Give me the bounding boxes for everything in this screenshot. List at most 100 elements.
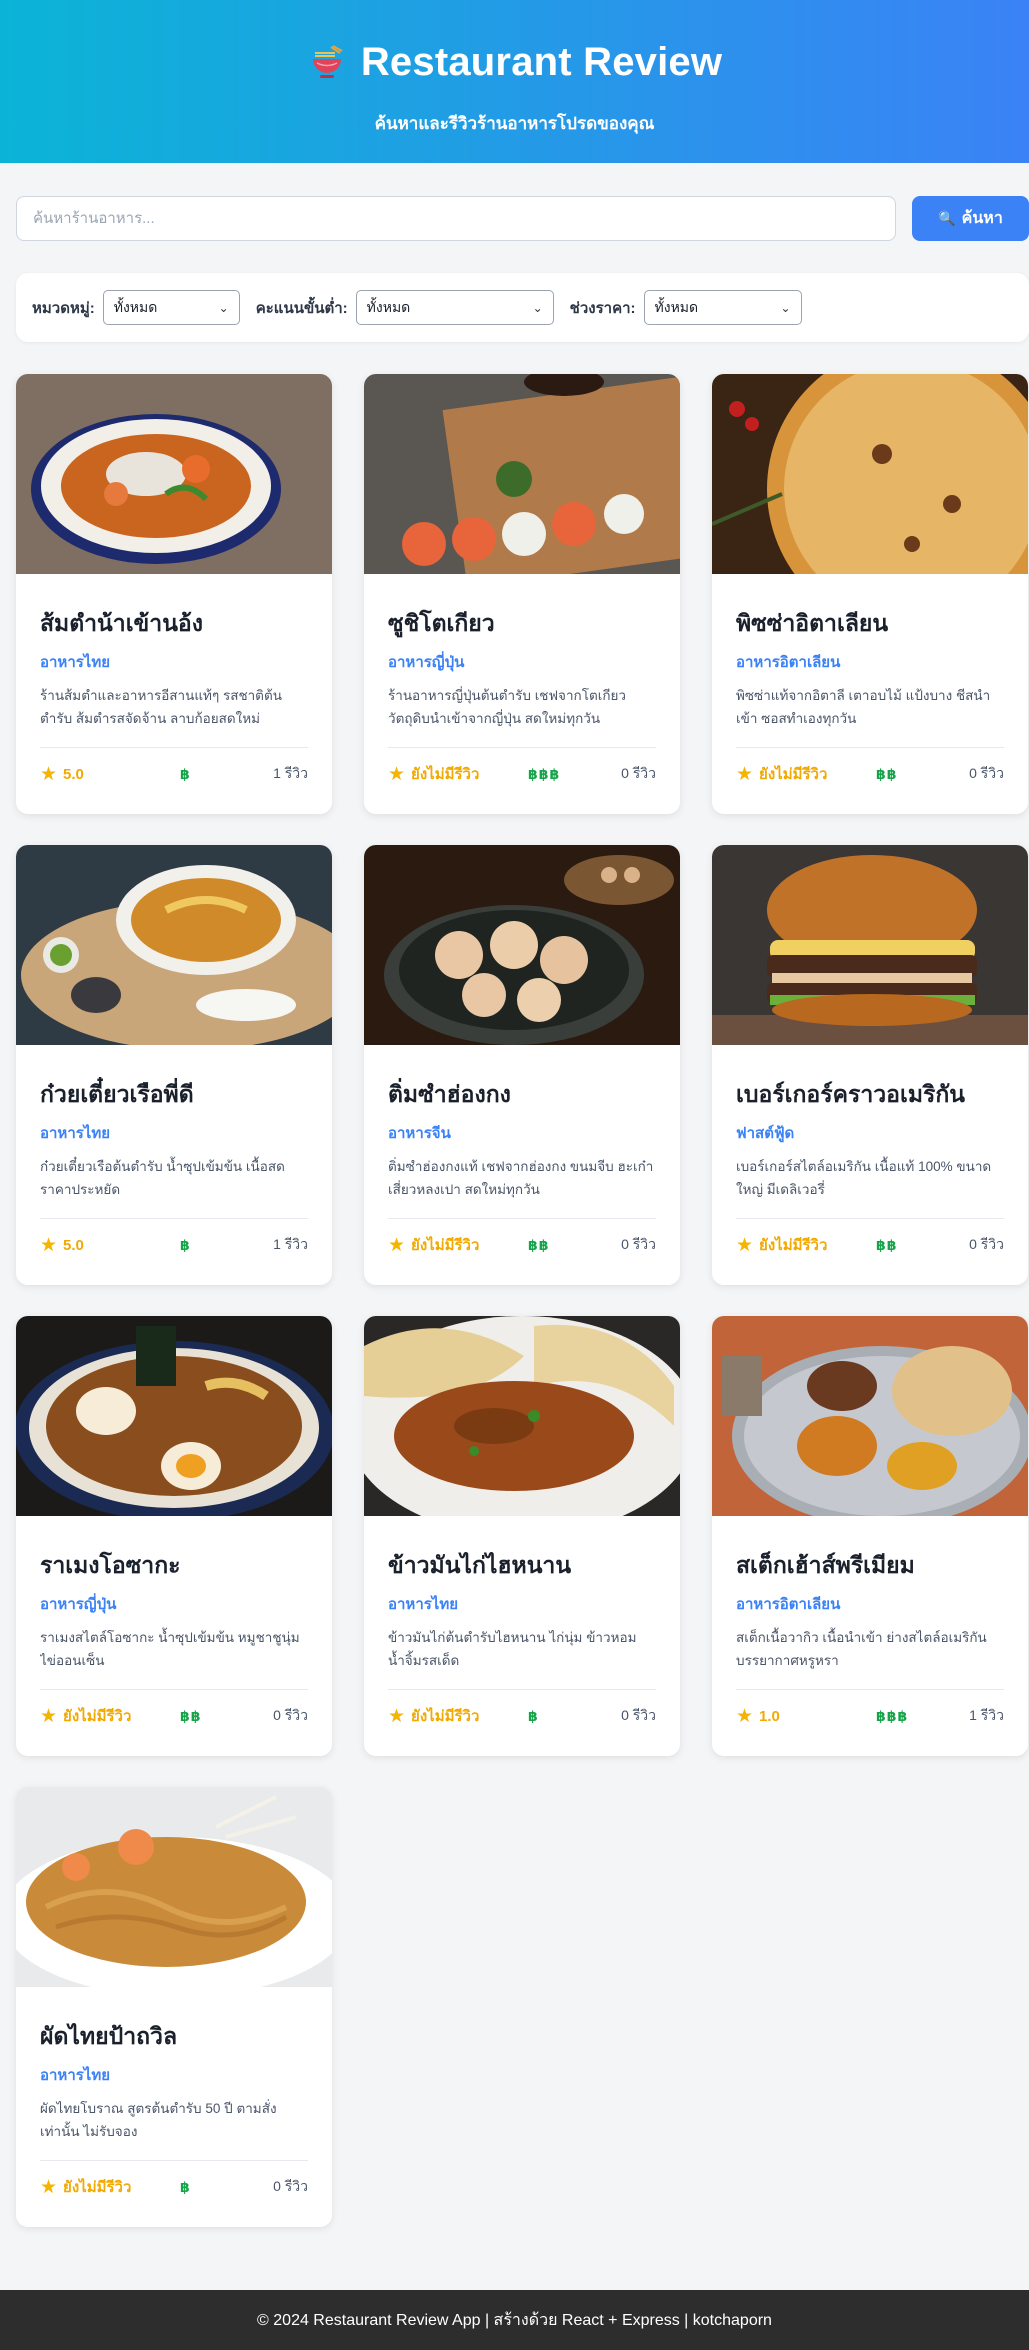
footer-text: © 2024 Restaurant Review App | สร้างด้วย… (257, 2311, 772, 2329)
search-button-label: ค้นหา (961, 210, 1003, 227)
restaurant-name: สเต็กเฮ้าส์พรีเมียม (736, 1552, 915, 1578)
restaurant-description: ร้านอาหารญี่ปุ่นต้นตำรับ เชฟจากโตเกียว ว… (388, 688, 626, 727)
restaurant-card[interactable]: ราเมงโอซากะ อาหารญี่ปุ่น ราเมงสไตล์โอซาก… (16, 1316, 332, 1756)
category-select[interactable]: ทั้งหมด ⌄ (102, 290, 240, 325)
star-icon: ★ (40, 2176, 58, 2198)
restaurant-card[interactable]: พิซซ่าอิตาเลียน อาหารอิตาเลียน พิซซ่าแท้… (712, 374, 1028, 814)
rating-value: ยังไม่มีรีวิว (63, 1708, 132, 1725)
review-count: 1 รีวิว (273, 765, 308, 781)
restaurant-card[interactable]: ติ่มซำฮ่องกง อาหารจีน ติ่มซำฮ่องกงแท้ เช… (364, 845, 680, 1285)
price-level: ฿ (180, 2178, 191, 2195)
rating-value: 1.0 (759, 1707, 780, 1725)
category-filter-label: หมวดหมู่: (32, 299, 95, 317)
price-level: ฿ (528, 1707, 539, 1724)
chevron-down-icon: ⌄ (218, 300, 229, 315)
rating-value: ยังไม่มีรีวิว (411, 1237, 480, 1254)
restaurant-image (364, 374, 680, 574)
min-rating-select[interactable]: ทั้งหมด ⌄ (355, 290, 554, 325)
review-count: 0 รีวิว (969, 1236, 1004, 1252)
review-count: 0 รีวิว (621, 1236, 656, 1252)
restaurant-category: อาหารอิตาเลียน (736, 654, 841, 672)
rating-value: ยังไม่มีรีวิว (759, 766, 828, 783)
chevron-down-icon: ⌄ (780, 300, 791, 315)
restaurant-card[interactable]: เบอร์เกอร์คราวอเมริกัน ฟาสต์ฟู้ด เบอร์เก… (712, 845, 1028, 1285)
price-level: ฿฿ (876, 1236, 898, 1253)
price-select[interactable]: ทั้งหมด ⌄ (643, 290, 802, 325)
price-level: ฿ (180, 1236, 191, 1253)
restaurant-card[interactable]: ผัดไทยป้าถวิล อาหารไทย ผัดไทยโบราณ สูตรต… (16, 1787, 332, 2227)
restaurant-category: อาหารไทย (388, 1596, 459, 1614)
magnifier-icon: 🔍 (938, 210, 956, 226)
restaurant-description: ข้าวมันไก่ต้นตำรับไฮหนาน ไก่นุ่ม ข้าวหอม… (388, 1630, 637, 1669)
restaurant-image (16, 845, 332, 1045)
review-count: 1 รีวิว (969, 1707, 1004, 1723)
restaurant-name: เบอร์เกอร์คราวอเมริกัน (736, 1081, 965, 1107)
rating-value: ยังไม่มีรีวิว (411, 1708, 480, 1725)
rating: ★ ยังไม่มีรีวิว (40, 2175, 180, 2199)
rating: ★ 1.0 (736, 1707, 876, 1726)
restaurant-category: ฟาสต์ฟู้ด (736, 1125, 795, 1143)
restaurant-image (364, 1316, 680, 1516)
restaurant-category: อาหารจีน (388, 1125, 451, 1143)
rating: ★ ยังไม่มีรีวิว (388, 1704, 528, 1728)
star-icon: ★ (736, 763, 754, 785)
restaurant-name: พิซซ่าอิตาเลียน (736, 610, 889, 636)
restaurant-name: ซูชิโตเกียว (388, 610, 495, 636)
rating-value: 5.0 (63, 1236, 84, 1254)
review-count: 0 รีวิว (273, 2178, 308, 2194)
category-select-value: ทั้งหมด (113, 298, 158, 315)
card-divider (736, 1689, 1004, 1690)
price-select-value: ทั้งหมด (654, 298, 699, 315)
star-icon: ★ (40, 763, 58, 785)
star-icon: ★ (388, 1234, 406, 1256)
card-divider (40, 1218, 308, 1219)
restaurant-category: อาหารไทย (40, 2067, 111, 2085)
restaurant-card[interactable]: ก๋วยเตี๋ยวเรือพี่ดี อาหารไทย ก๋วยเตี๋ยวเ… (16, 845, 332, 1285)
restaurant-category: อาหารญี่ปุ่น (40, 1596, 117, 1614)
star-icon: ★ (40, 1705, 58, 1727)
page-header: Restaurant Review ค้นหาและรีวิวร้านอาหาร… (0, 0, 1029, 163)
review-count: 0 รีวิว (969, 765, 1004, 781)
restaurant-description: สเต็กเนื้อวากิว เนื้อนำเข้า ย่างสไตล์อเม… (736, 1630, 987, 1669)
review-count: 0 รีวิว (273, 1707, 308, 1723)
price-filter-label: ช่วงราคา: (569, 299, 636, 317)
card-divider (736, 1218, 1004, 1219)
app-subtitle: ค้นหาและรีวิวร้านอาหารโปรดของคุณ (374, 113, 655, 133)
restaurant-description: เบอร์เกอร์สไตล์อเมริกัน เนื้อแท้ 100% ขน… (736, 1159, 992, 1198)
restaurant-card[interactable]: ซูชิโตเกียว อาหารญี่ปุ่น ร้านอาหารญี่ปุ่… (364, 374, 680, 814)
search-button[interactable]: 🔍 ค้นหา (912, 196, 1029, 241)
price-level: ฿฿ (528, 1236, 550, 1253)
rating: ★ ยังไม่มีรีวิว (388, 1233, 528, 1257)
card-divider (388, 1218, 656, 1219)
restaurant-description: ผัดไทยโบราณ สูตรต้นตำรับ 50 ปี ตามสั่ง เ… (40, 2101, 277, 2140)
rating: ★ ยังไม่มีรีวิว (40, 1704, 180, 1728)
card-divider (40, 2160, 308, 2161)
search-input[interactable] (16, 196, 896, 241)
restaurant-name: ส้มตำน้าเข้านอ้ง (40, 610, 203, 636)
rating: ★ 5.0 (40, 765, 180, 784)
restaurant-image (712, 845, 1028, 1045)
rating: ★ ยังไม่มีรีวิว (736, 762, 876, 786)
review-count: 0 รีวิว (621, 1707, 656, 1723)
star-icon: ★ (40, 1234, 58, 1256)
restaurant-card[interactable]: ส้มตำน้าเข้านอ้ง อาหารไทย ร้านส้มตำและอา… (16, 374, 332, 814)
restaurant-name: ผัดไทยป้าถวิล (40, 2023, 178, 2049)
restaurant-description: ราเมงสไตล์โอซากะ น้ำซุปเข้มข้น หมูชาชูนุ… (40, 1630, 300, 1669)
restaurant-name: ข้าวมันไก่ไฮหนาน (388, 1552, 572, 1578)
review-count: 0 รีวิว (621, 765, 656, 781)
restaurant-name: ก๋วยเตี๋ยวเรือพี่ดี (40, 1081, 194, 1107)
rating: ★ ยังไม่มีรีวิว (388, 762, 528, 786)
rating-value: 5.0 (63, 765, 84, 783)
restaurant-card[interactable]: ข้าวมันไก่ไฮหนาน อาหารไทย ข้าวมันไก่ต้นต… (364, 1316, 680, 1756)
min-rating-select-value: ทั้งหมด (366, 298, 411, 315)
rating: ★ 5.0 (40, 1236, 180, 1255)
restaurant-grid: ส้มตำน้าเข้านอ้ง อาหารไทย ร้านส้มตำและอา… (16, 374, 1029, 2227)
restaurant-category: อาหารอิตาเลียน (736, 1596, 841, 1614)
rating-value: ยังไม่มีรีวิว (759, 1237, 828, 1254)
restaurant-category: อาหารไทย (40, 1125, 111, 1143)
restaurant-image (16, 1787, 332, 1987)
restaurant-card[interactable]: สเต็กเฮ้าส์พรีเมียม อาหารอิตาเลียน สเต็ก… (712, 1316, 1028, 1756)
price-level: ฿฿ (876, 765, 898, 782)
rating-value: ยังไม่มีรีวิว (411, 766, 480, 783)
app-title: Restaurant Review (360, 40, 723, 84)
